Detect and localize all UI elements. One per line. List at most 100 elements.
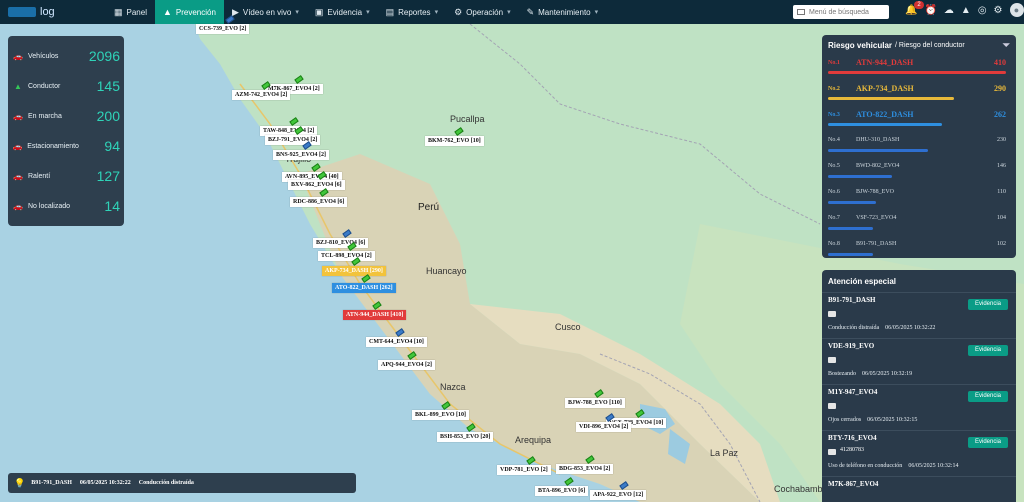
vehicle-label[interactable]: CCS-739_EVO [2] xyxy=(196,24,250,34)
globe-icon[interactable]: ◎ xyxy=(978,5,987,16)
cloud-download-icon[interactable]: ☁ xyxy=(944,5,954,16)
fleet-stats-panel: 🚗 Vehículos 2096 ▲ Conductor 145 🚗 En marcha 200… xyxy=(8,36,124,226)
vehicle-label[interactable]: BTA-896_EVO [6] xyxy=(535,486,589,496)
vehicle-status-icon: 🚗 xyxy=(13,111,23,121)
nav-label: Panel xyxy=(126,7,147,17)
vehicle-label[interactable]: TCL-898_EVO4 [2] xyxy=(318,251,375,261)
stat-row[interactable]: 🚗 En marcha 200 xyxy=(12,101,120,131)
stat-row[interactable]: ▲ Conductor 145 xyxy=(12,71,120,101)
vehicle-label[interactable]: VDP-781_EVO [2] xyxy=(497,465,551,475)
event-ticker[interactable]: 💡 B91-791_DASH 06/05/2025 10:32:22 Condu… xyxy=(8,473,356,493)
nav-icon: ▤ xyxy=(385,6,395,17)
evidence-button[interactable]: Evidencia xyxy=(968,345,1008,356)
nav-item-prevenci-n[interactable]: ▲ Prevención xyxy=(154,0,224,24)
avatar[interactable]: ● xyxy=(1009,3,1024,17)
vehicle-label[interactable]: BSH-853_EVO [20] xyxy=(437,432,494,442)
vehicle-label[interactable]: AZM-742_EVO4 [2] xyxy=(232,90,291,100)
vehicle-status-icon: 🚗 xyxy=(13,51,23,61)
alarm-icon[interactable]: ⏰ xyxy=(924,5,936,16)
menu-search-input[interactable]: Menú de búsqueda xyxy=(793,5,889,19)
alert-event: Conducción distraída xyxy=(828,325,880,331)
risk-bar xyxy=(828,253,873,256)
nav-icon: ▦ xyxy=(114,6,123,17)
nav-icon: ✎ xyxy=(526,6,535,17)
risk-row[interactable]: No.8 B91-791_DASH 102 xyxy=(822,237,1016,263)
nav-label: Vídeo en vivo xyxy=(242,7,292,17)
stat-row[interactable]: 🚗 Estacionamiento 94 xyxy=(12,131,120,161)
map-place-label: Cochabamba xyxy=(774,484,828,494)
risk-panel-title[interactable]: Riesgo vehicular xyxy=(828,41,892,50)
stat-row[interactable]: 🚗 Vehículos 2096 xyxy=(12,41,120,71)
alert-extra: 41280783 xyxy=(840,447,864,453)
camera-icon[interactable] xyxy=(828,403,836,409)
risk-row[interactable]: No.5 BWD-802_EVO4 146 xyxy=(822,159,1016,185)
evidence-button[interactable]: Evidencia xyxy=(968,299,1008,310)
gear-icon[interactable]: ⚙ xyxy=(994,5,1003,16)
risk-row[interactable]: No.6 BJW-788_EVO 110 xyxy=(822,185,1016,211)
search-placeholder: Menú de búsqueda xyxy=(809,8,869,16)
vehicle-label[interactable]: ATN-944_DASH [410] xyxy=(343,310,407,320)
risk-rank: No.4 xyxy=(828,137,840,143)
menu-icon xyxy=(797,9,805,15)
risk-plate: AKP-734_DASH xyxy=(856,84,914,93)
alert-event: Ojos cerrados xyxy=(828,417,862,423)
risk-score: 230 xyxy=(997,137,1006,143)
nav-item-reportes[interactable]: ▤ Reportes ▾ xyxy=(378,0,447,24)
camera-icon[interactable] xyxy=(828,357,836,363)
alert-item[interactable]: BTY-716_EVO4 Evidencia Uso de teléfono en … xyxy=(822,430,1016,476)
nav-item-evidencia[interactable]: ▣ Evidencia ▾ xyxy=(307,0,378,24)
lightbulb-icon: 💡 xyxy=(14,477,26,488)
alert-item[interactable]: VDE-919_EVO Evidencia Bostezando 06/05/2025… xyxy=(822,338,1016,384)
risk-plate: BJW-788_EVO xyxy=(856,189,894,195)
nav-item-mantenimiento[interactable]: ✎ Mantenimiento ▾ xyxy=(519,0,607,24)
vehicle-label[interactable]: BXV-862_EVO4 [6] xyxy=(288,180,345,190)
nav-item-panel[interactable]: ▦ Panel xyxy=(106,0,155,24)
vehicle-label[interactable]: BZJ-810_EVO4 [6] xyxy=(313,238,369,248)
camera-icon[interactable] xyxy=(828,449,836,455)
vehicle-label[interactable]: BJW-788_EVO [110] xyxy=(565,398,625,408)
notification-icon[interactable]: ▲ xyxy=(961,5,971,16)
stat-value: 200 xyxy=(96,108,120,124)
alert-time: 06/05/2025 10:32:15 xyxy=(867,417,918,423)
camera-icon[interactable] xyxy=(828,311,836,317)
alert-item[interactable]: M7K-867_EVO4 xyxy=(822,476,1016,502)
chevron-down-icon: ▾ xyxy=(434,9,439,16)
risk-score: 410 xyxy=(994,58,1006,67)
alert-item[interactable]: M1Y-947_EVO4 Evidencia Ojos cerrados 06/05/… xyxy=(822,384,1016,430)
risk-row[interactable]: No.7 VSF-723_EVO4 104 xyxy=(822,211,1016,237)
risk-plate: VSF-723_EVO4 xyxy=(856,215,897,221)
risk-row[interactable]: No.3 ATO-822_DASH 262 xyxy=(822,107,1016,133)
vehicle-label[interactable]: CMT-644_EVO4 [10] xyxy=(366,337,427,347)
evidence-button[interactable]: Evidencia xyxy=(968,437,1008,448)
nav-item-operaci-n[interactable]: ⚙ Operación ▾ xyxy=(446,0,519,24)
risk-plate: B91-791_DASH xyxy=(856,241,897,247)
alert-item[interactable]: B91-791_DASH Evidencia Conducción distraíd… xyxy=(822,292,1016,338)
nav-label: Prevención xyxy=(175,7,216,17)
vehicle-label[interactable]: ATO-822_DASH [262] xyxy=(332,283,396,293)
vehicle-label[interactable]: AKP-734_DASH [290] xyxy=(322,266,386,276)
risk-score: 102 xyxy=(997,241,1006,247)
evidence-button[interactable]: Evidencia xyxy=(968,391,1008,402)
vehicle-label[interactable]: APQ-944_EVO4 [2] xyxy=(378,360,436,370)
stat-row[interactable]: 🚗 Ralentí 127 xyxy=(12,161,120,191)
vehicle-label[interactable]: BKL-899_EVO [10] xyxy=(412,410,470,420)
vehicle-label[interactable]: BZJ-791_EVO4 [2] xyxy=(265,135,321,145)
app-logo[interactable]: log xyxy=(0,0,106,24)
stat-label: Estacionamiento xyxy=(27,142,79,150)
nav-item-v-deo-en-vivo[interactable]: ▶ Vídeo en vivo ▾ xyxy=(224,0,307,24)
vehicle-label[interactable]: RDC-886_EVO4 [6] xyxy=(290,197,348,207)
risk-row[interactable]: No.2 AKP-734_DASH 290 xyxy=(822,81,1016,107)
attention-panel-title: Atención especial xyxy=(828,276,897,286)
vehicle-label[interactable]: BNS-925_EVO4 [2] xyxy=(273,150,330,160)
alert-time: 06/05/2025 10:32:14 xyxy=(908,463,959,469)
risk-panel-subtitle[interactable]: / Riesgo del conductor xyxy=(895,42,965,49)
filter-icon[interactable]: ⏷ xyxy=(1003,40,1010,51)
stat-row[interactable]: 🚗 No localizado 14 xyxy=(12,191,120,221)
vehicle-label[interactable]: VDI-896_EVO4 [2] xyxy=(576,422,632,432)
risk-row[interactable]: No.1 ATN-944_DASH 410 xyxy=(822,55,1016,81)
vehicle-label[interactable]: BKM-762_EVO [10] xyxy=(425,136,484,146)
chevron-down-icon: ▾ xyxy=(507,9,511,16)
vehicle-label[interactable]: BDG-853_EVO4 [2] xyxy=(556,464,614,474)
risk-row[interactable]: No.4 DHU-310_DASH 230 xyxy=(822,133,1016,159)
vehicle-label[interactable]: APA-922_EVO [12] xyxy=(590,490,647,500)
